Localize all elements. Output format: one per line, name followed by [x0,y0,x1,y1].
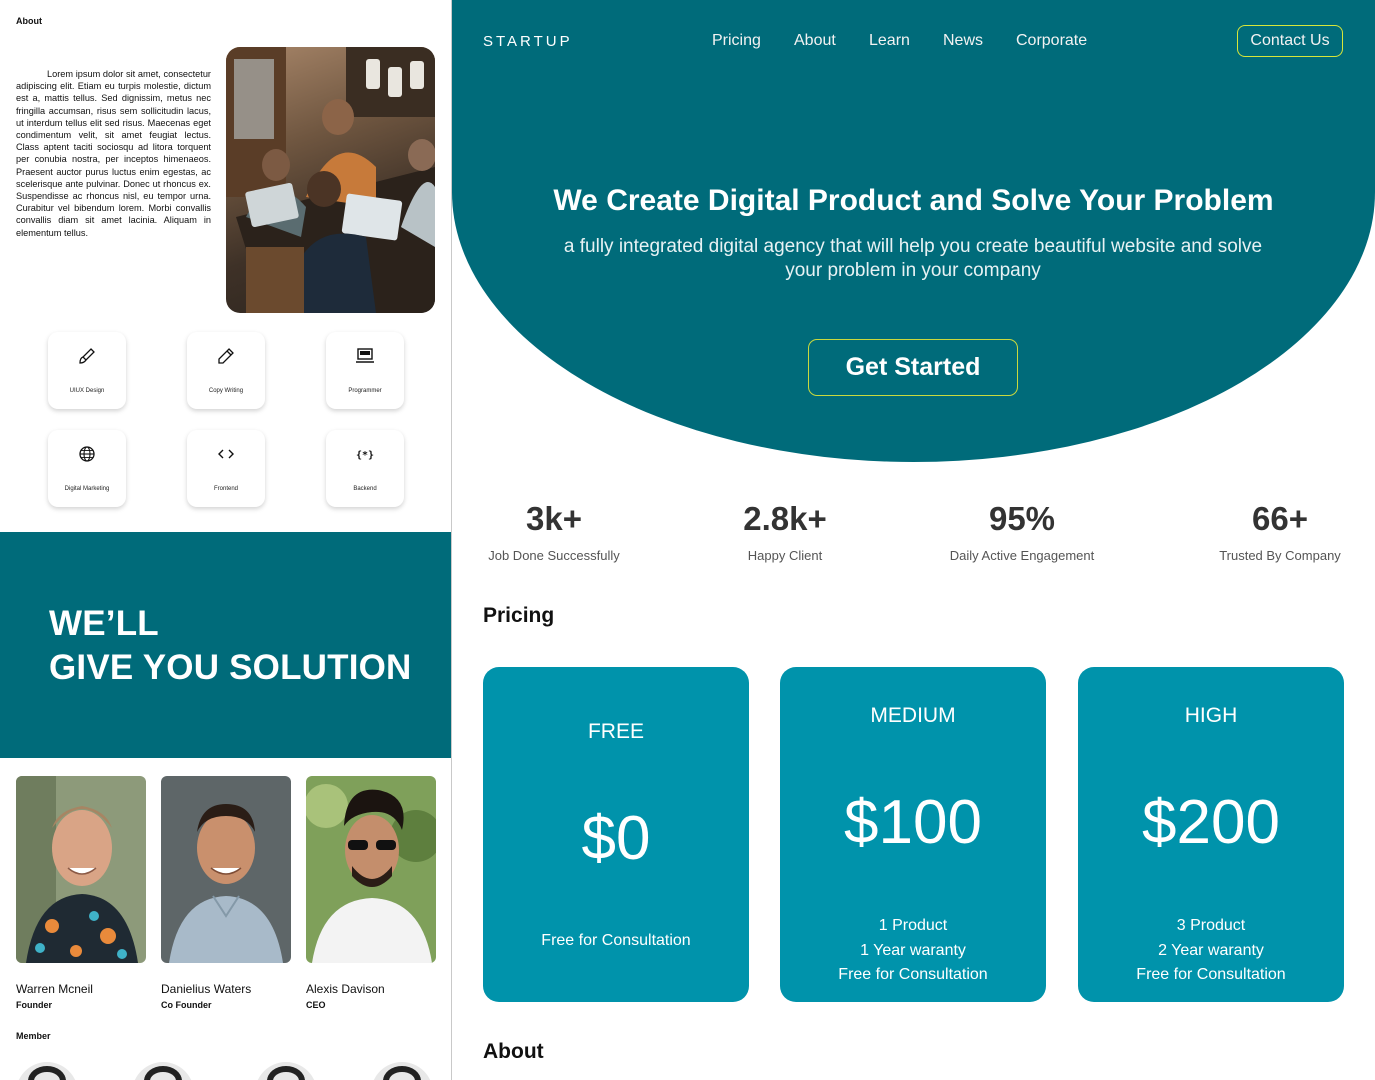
member-avatar [16,1062,78,1080]
get-started-button[interactable]: Get Started [808,339,1018,396]
person-photo-danielius [161,776,291,963]
stat-happy-client: 2.8k+ Happy Client [714,500,856,563]
nav-link-pricing[interactable]: Pricing [712,32,761,50]
person-name: Alexis Davison [306,982,385,996]
nav-link-learn[interactable]: Learn [869,32,910,50]
plan-price: $0 [581,804,651,873]
service-label: Programmer [348,388,382,394]
pricing-card-high[interactable]: HIGH $200 3 Product 2 Year waranty Free … [1078,667,1344,1002]
stat-label: Job Done Successfully [488,548,620,563]
plan-feature: 2 Year waranty [1158,941,1264,959]
service-label: UIUX Design [69,388,105,394]
hero-title: We Create Digital Product and Solve Your… [553,184,1274,217]
person-name: Warren Mcneil [16,982,93,996]
team-working-photo [226,47,435,313]
left-preview-panel: About Lorem ipsum dolor sit amet, consec… [0,0,451,1080]
plan-feature: Free for Consultation [541,932,691,949]
about-paragraph: Lorem ipsum dolor sit amet, consectetur … [16,69,211,238]
nav-link-about[interactable]: About [794,32,836,50]
stat-label: Daily Active Engagement [949,548,1095,563]
code-icon [218,449,234,459]
plan-price: $200 [1142,788,1280,857]
plan-feature: 3 Product [1176,917,1246,934]
pencil-icon [218,348,234,364]
plan-tier: HIGH [1184,704,1238,727]
person-role: CEO [306,1000,326,1010]
plan-tier: MEDIUM [870,704,956,727]
plan-feature: Free for Consultation [838,966,988,983]
nav-link-corporate[interactable]: Corporate [1016,32,1087,50]
stat-jobs-done: 3k+ Job Done Successfully [483,500,625,563]
stat-trusted-company: 66+ Trusted By Company [1212,500,1348,563]
solution-banner: WE’LL GIVE YOU SOLUTION [0,532,451,758]
about-section-heading: About [483,1040,544,1063]
pricing-card-free[interactable]: FREE $0 Free for Consultation [483,667,749,1002]
service-card-frontend[interactable]: Frontend [187,430,265,507]
service-label: Copy Writing [208,388,244,394]
member-avatar [255,1062,317,1080]
plan-features: Free for Consultation [483,929,749,954]
service-card-copywriting[interactable]: Copy Writing [187,332,265,409]
member-avatar [371,1062,433,1080]
nav-link-news[interactable]: News [943,32,983,50]
braces-icon: {*} [356,450,374,461]
person-photo-alexis [306,776,436,963]
person-role: Founder [16,1000,52,1010]
solution-heading: WE’LL GIVE YOU SOLUTION [49,604,412,687]
svg-text:{*}: {*} [356,450,374,461]
laptop-icon [356,348,374,363]
stat-label: Happy Client [747,548,823,563]
service-label: Digital Marketing [64,486,110,492]
pricing-card-medium[interactable]: MEDIUM $100 1 Product 1 Year waranty Fre… [780,667,1046,1002]
member-avatar [132,1062,194,1080]
plan-tier: FREE [587,720,644,743]
service-label: Frontend [213,486,238,492]
member-heading: Member [16,1031,51,1041]
service-label: Backend [353,486,377,492]
person-role: Co Founder [161,1000,212,1010]
plan-feature: 1 Product [878,917,948,934]
plan-feature: 1 Year waranty [860,941,966,959]
service-card-backend[interactable]: {*} Backend [326,430,404,507]
brush-icon [79,348,95,364]
landing-page-main: STARTUP Pricing About Learn News Corpora… [452,0,1375,1080]
person-photo-warren [16,776,146,963]
stat-value: 66+ [1252,500,1308,537]
contact-us-button[interactable]: Contact Us [1237,25,1343,57]
plan-feature: Free for Consultation [1136,966,1286,983]
service-card-programmer[interactable]: Programmer [326,332,404,409]
person-name: Danielius Waters [161,982,252,996]
stat-value: 2.8k+ [743,500,827,537]
stat-engagement: 95% Daily Active Engagement [942,500,1102,563]
brand-logo[interactable]: STARTUP [483,33,573,50]
plan-price: $100 [844,788,982,857]
hero-subtitle: a fully integrated digital agency that w… [563,236,1263,281]
service-card-uiux[interactable]: UIUX Design [48,332,126,409]
plan-features: 3 Product 2 Year waranty Free for Consul… [1078,914,1344,988]
stat-value: 95% [988,500,1056,537]
pricing-heading: Pricing [483,604,555,627]
about-heading: About [16,16,42,26]
stat-value: 3k+ [526,500,582,537]
service-card-digital-marketing[interactable]: Digital Marketing [48,430,126,507]
plan-features: 1 Product 1 Year waranty Free for Consul… [780,914,1046,988]
globe-icon [79,446,95,462]
stat-label: Trusted By Company [1219,548,1341,563]
